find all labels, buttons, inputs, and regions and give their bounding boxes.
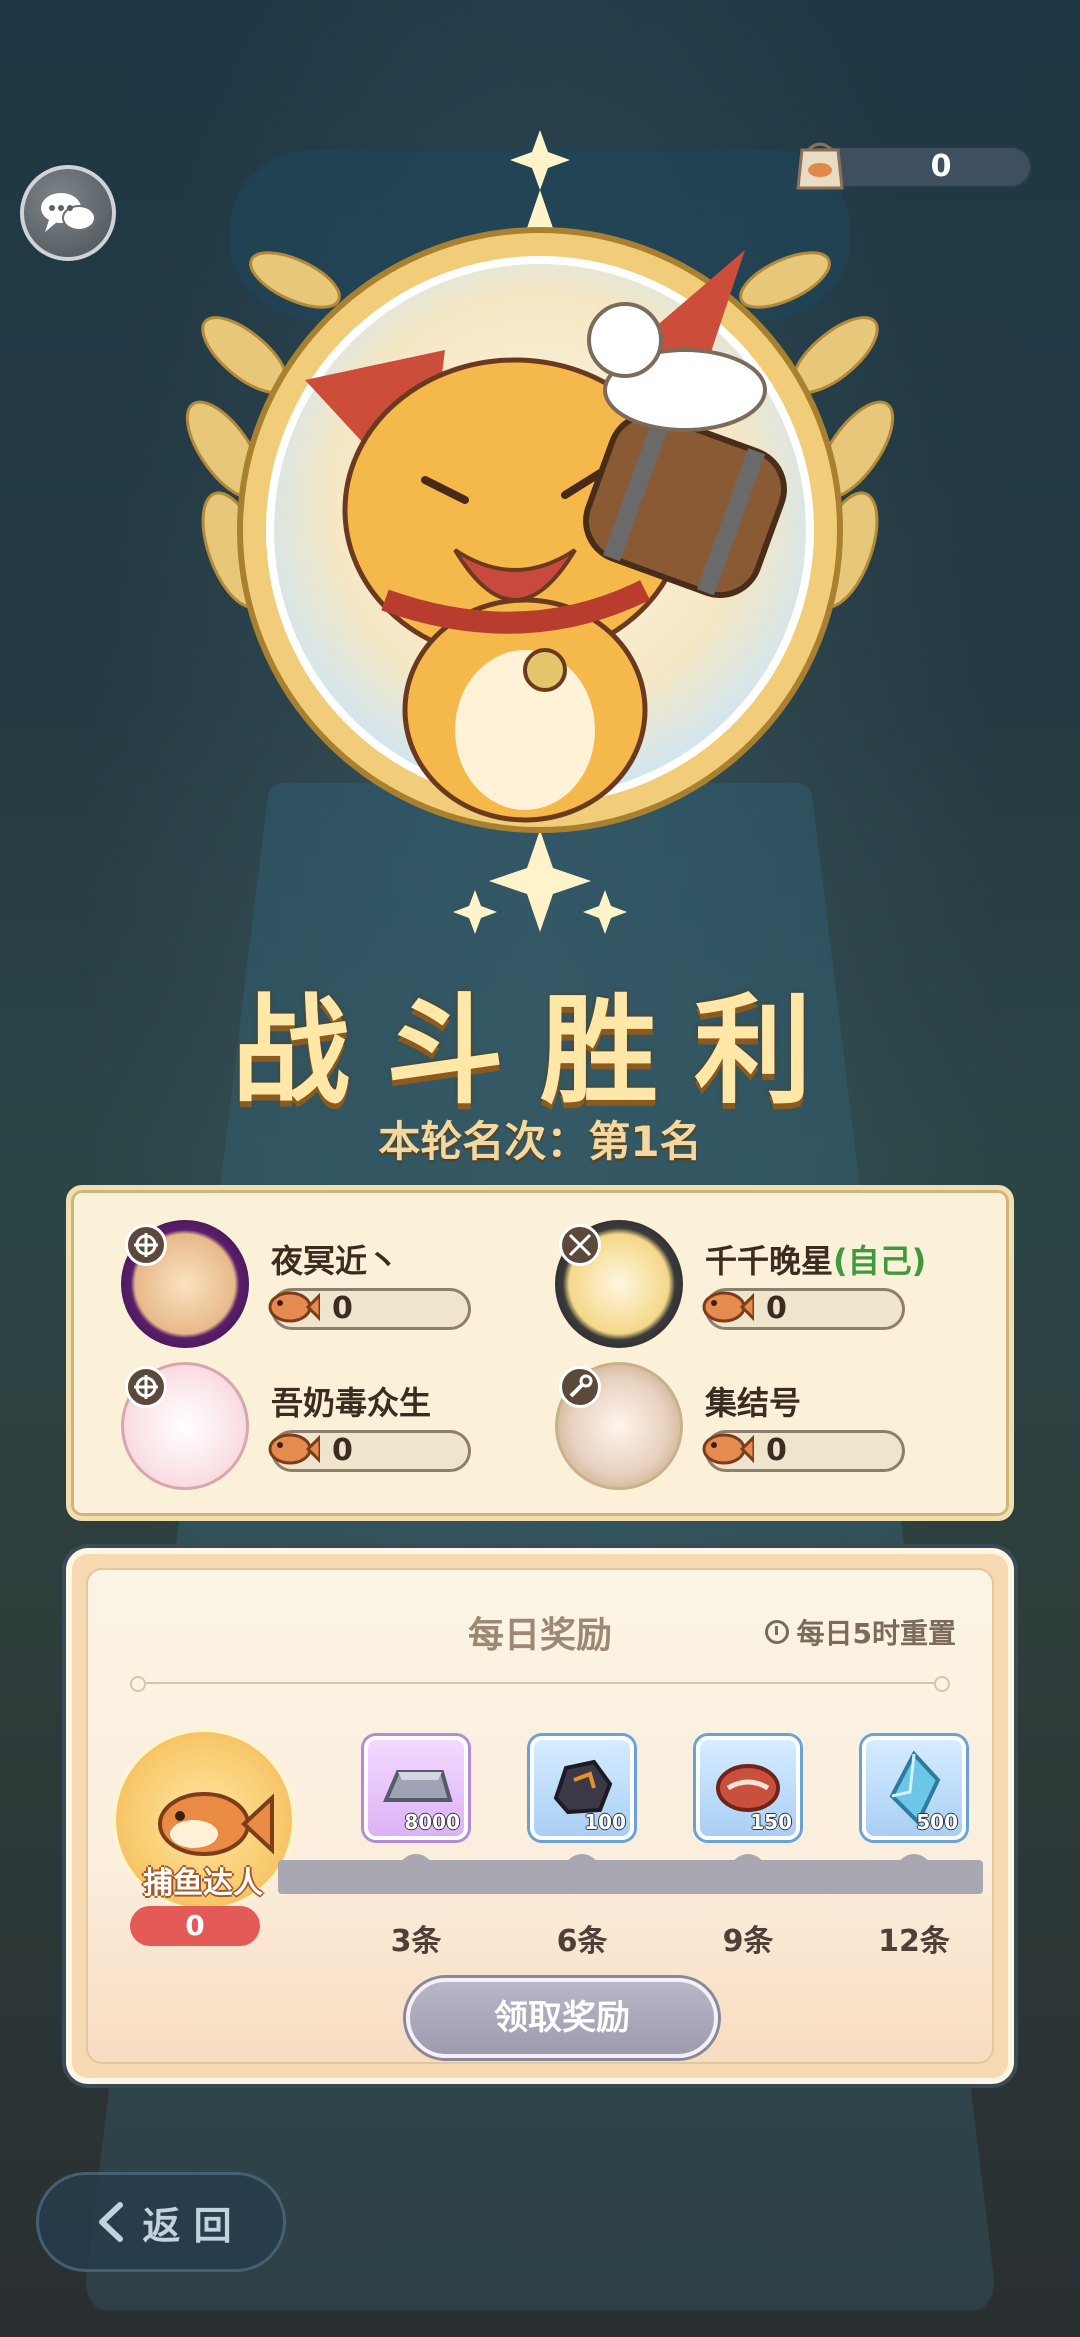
players-panel: 夜冥近丶 0 千千晚星(自己) 0 吾奶毒众生 0 集结号 0 — [66, 1185, 1014, 1521]
chat-icon — [41, 193, 96, 232]
progress-node — [564, 1854, 600, 1890]
back-button[interactable]: 返 回 — [36, 2172, 286, 2272]
catch-count: 0 — [130, 1906, 260, 1946]
clock-icon — [764, 1620, 789, 1644]
player-score: 0 — [702, 1430, 905, 1472]
claim-reward-button[interactable]: 领取奖励 — [406, 1978, 718, 2058]
progress-track — [278, 1854, 983, 1894]
crosshair-icon — [125, 1224, 167, 1266]
back-arrow-icon — [99, 2202, 124, 2242]
player-card[interactable]: 夜冥近丶 0 — [121, 1220, 561, 1350]
progress-node — [398, 1854, 434, 1890]
reset-time: 每日5时重置 — [764, 1612, 956, 1652]
reward-silver-ingot[interactable]: 8000 — [364, 1736, 468, 1840]
victory-title: 战斗胜利 — [231, 982, 848, 1120]
tier-label: 3条 — [390, 1924, 442, 1959]
player-name: 吾奶毒众生 — [271, 1384, 432, 1422]
player-card[interactable]: 集结号 0 — [555, 1362, 995, 1492]
player-name: 千千晚星(自己) — [705, 1242, 927, 1280]
crosshair-icon — [125, 1366, 167, 1408]
tier-label: 12条 — [878, 1924, 950, 1959]
player-card[interactable]: 千千晚星(自己) 0 — [555, 1220, 995, 1350]
player-score: 0 — [702, 1288, 905, 1330]
daily-reward-inner: 每日奖励 每日5时重置 捕鱼达人 0 8000 100 150 500 3条 6… — [86, 1568, 994, 2064]
player-name: 夜冥近丶 — [271, 1242, 400, 1280]
reward-meat[interactable]: 150 — [696, 1736, 800, 1840]
daily-reward-panel: 每日奖励 每日5时重置 捕鱼达人 0 8000 100 150 500 3条 6… — [66, 1548, 1014, 2084]
self-tag: (自己) — [833, 1242, 927, 1280]
fish-icon — [268, 1433, 320, 1465]
player-score: 0 — [268, 1288, 471, 1330]
reward-crystal[interactable]: 500 — [862, 1736, 966, 1840]
fish-icon — [268, 1291, 320, 1323]
chat-button[interactable] — [20, 165, 116, 261]
wrench-icon — [559, 1366, 601, 1408]
fishing-master-label: 捕鱼达人 — [143, 1866, 263, 1901]
player-score: 0 — [268, 1430, 471, 1472]
progress-node — [730, 1854, 766, 1890]
swords-icon — [559, 1224, 601, 1266]
tier-label: 6条 — [556, 1924, 608, 1959]
round-rank: 本轮名次：第1名 — [378, 1117, 702, 1166]
fish-icon — [702, 1291, 754, 1323]
fish-icon — [702, 1433, 754, 1465]
divider — [130, 1676, 950, 1692]
progress-node — [896, 1854, 932, 1890]
player-card[interactable]: 吾奶毒众生 0 — [121, 1362, 561, 1492]
victory-emblem — [185, 130, 895, 934]
tier-label: 9条 — [722, 1924, 774, 1959]
player-name: 集结号 — [705, 1384, 802, 1422]
reward-ore[interactable]: 100 — [530, 1736, 634, 1840]
